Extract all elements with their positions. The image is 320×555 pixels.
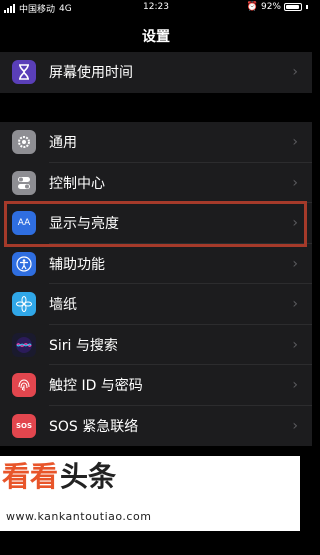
row-wallpaper[interactable]: 墙纸 ›	[0, 284, 312, 325]
siri-icon	[12, 332, 36, 357]
row-siri-search[interactable]: Siri 与搜索 ›	[0, 325, 312, 365]
page-title: 设置	[142, 29, 170, 45]
row-screen-time[interactable]: 屏幕使用时间 ›	[0, 52, 312, 93]
row-label: 控制中心	[49, 175, 105, 192]
chevron-right-icon: ›	[292, 336, 298, 353]
row-control-center[interactable]: 控制中心 ›	[0, 163, 312, 203]
watermark-banner: 看看 头条 www.kankantoutiao.com	[0, 456, 300, 531]
row-general[interactable]: 通用 ›	[0, 122, 312, 163]
status-right: ⏰ 92%	[247, 2, 308, 12]
battery-icon	[284, 3, 302, 11]
row-label: 屏幕使用时间	[49, 65, 133, 82]
alarm-icon: ⏰	[246, 2, 258, 12]
row-label: Siri 与搜索	[49, 337, 118, 354]
gear-icon	[12, 130, 36, 155]
battery-fill	[286, 5, 299, 9]
row-label: 辅助功能	[49, 256, 105, 273]
row-label: 触控 ID 与密码	[49, 378, 143, 395]
row-accessibility[interactable]: 辅助功能 ›	[0, 244, 312, 284]
highlight-box	[4, 201, 307, 247]
row-label: 通用	[49, 135, 77, 152]
status-bar: 中国移动 4G 12:23 ⏰ 92%	[0, 0, 312, 16]
row-touch-id-passcode[interactable]: 触控 ID 与密码 ›	[0, 365, 312, 406]
watermark-url: www.kankantoutiao.com	[6, 510, 152, 523]
chevron-right-icon: ›	[292, 134, 298, 151]
chevron-right-icon: ›	[292, 255, 298, 272]
sos-icon: SOS	[12, 413, 36, 438]
chevron-right-icon: ›	[292, 377, 298, 394]
toggles-icon	[12, 170, 36, 195]
fingerprint-icon	[12, 373, 36, 398]
hourglass-icon	[12, 60, 36, 85]
wallpaper-flower-icon	[12, 292, 36, 317]
accessibility-icon	[12, 251, 36, 276]
watermark-brand: 看看 头条	[2, 460, 117, 493]
chevron-right-icon: ›	[292, 296, 298, 313]
battery-tip	[306, 5, 308, 9]
settings-group-screen-time: 屏幕使用时间 ›	[0, 52, 312, 93]
chevron-right-icon: ›	[292, 174, 298, 191]
chevron-right-icon: ›	[292, 417, 298, 434]
row-label: SOS 紧急联络	[49, 418, 139, 435]
battery-percent: 92%	[260, 2, 281, 12]
settings-group-main: 通用 › 控制中心 › AA 显示与亮度 › 辅助功能 › 墙纸 › Siri …	[0, 122, 312, 446]
chevron-right-icon: ›	[292, 64, 298, 81]
row-emergency-sos[interactable]: SOS SOS 紧急联络 ›	[0, 406, 312, 447]
row-label: 墙纸	[49, 297, 77, 314]
